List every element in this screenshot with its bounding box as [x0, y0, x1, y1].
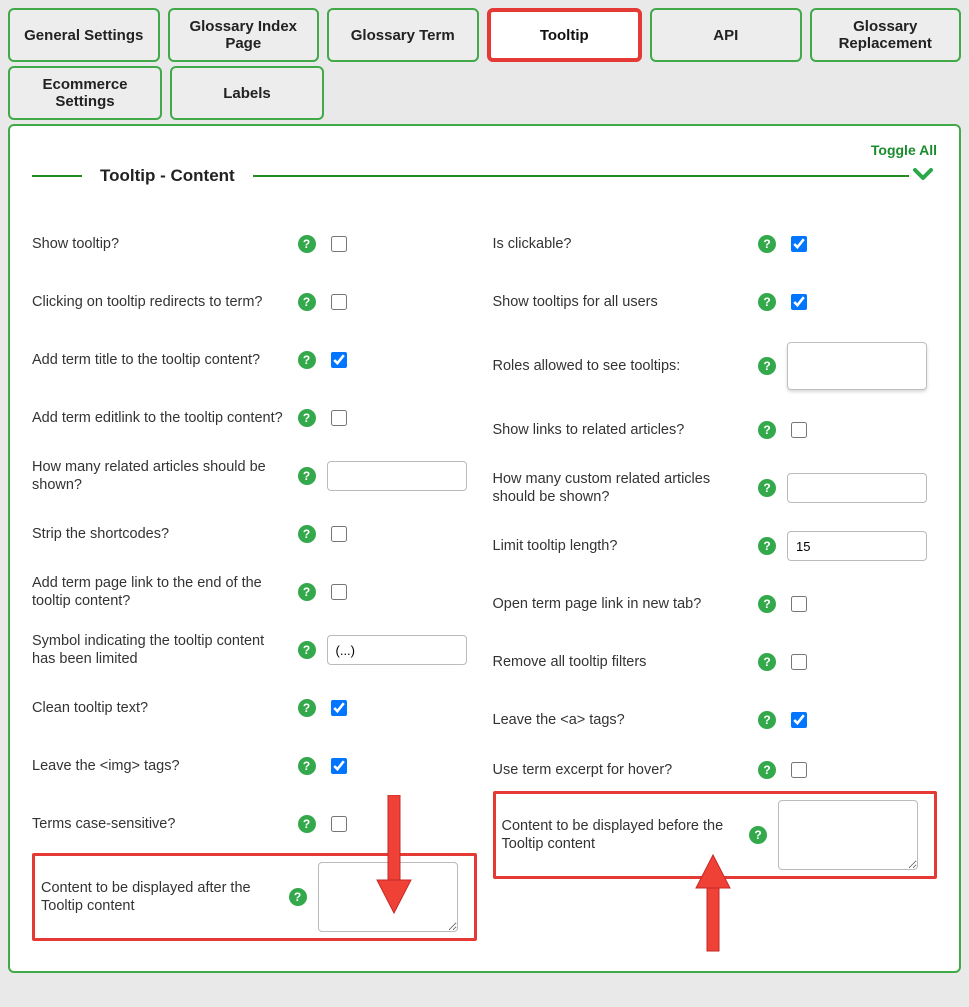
label: How many custom related articles should … — [493, 470, 748, 506]
help-icon[interactable]: ? — [758, 653, 776, 671]
settings-panel: Toggle All Tooltip - Content Show toolti… — [8, 124, 961, 973]
custom-related-input[interactable] — [787, 473, 927, 503]
roles-textarea[interactable] — [787, 342, 927, 390]
section-header: Tooltip - Content — [32, 162, 937, 189]
editlink-checkbox[interactable] — [331, 410, 347, 426]
remove-filters-checkbox[interactable] — [791, 654, 807, 670]
label: Leave the <a> tags? — [493, 711, 748, 729]
label: How many related articles should be show… — [32, 458, 287, 494]
help-icon[interactable]: ? — [758, 537, 776, 555]
label: Content to be displayed before the Toolt… — [502, 817, 739, 853]
content-before-textarea[interactable] — [778, 800, 918, 870]
label: Roles allowed to see tooltips: — [493, 357, 748, 375]
label: Show links to related articles? — [493, 421, 748, 439]
tab-general-settings[interactable]: General Settings — [8, 8, 160, 62]
help-icon[interactable]: ? — [298, 583, 316, 601]
label: Limit tooltip length? — [493, 537, 748, 555]
label: Clean tooltip text? — [32, 699, 287, 717]
label: Leave the <img> tags? — [32, 757, 287, 775]
help-icon[interactable]: ? — [298, 641, 316, 659]
toggle-all-link[interactable]: Toggle All — [32, 142, 937, 158]
label: Add term page link to the end of the too… — [32, 574, 287, 610]
leave-a-checkbox[interactable] — [791, 712, 807, 728]
tab-api[interactable]: API — [650, 8, 802, 62]
label: Show tooltip? — [32, 235, 287, 253]
tab-glossary-replacement[interactable]: Glossary Replacement — [810, 8, 962, 62]
label: Add term title to the tooltip content? — [32, 351, 287, 369]
help-icon[interactable]: ? — [298, 293, 316, 311]
label: Content to be displayed after the Toolti… — [41, 879, 278, 915]
label: Remove all tooltip filters — [493, 653, 748, 671]
help-icon[interactable]: ? — [289, 888, 307, 906]
show-tooltip-checkbox[interactable] — [331, 236, 347, 252]
tab-labels[interactable]: Labels — [170, 66, 324, 120]
tab-tooltip[interactable]: Tooltip — [487, 8, 643, 62]
help-icon[interactable]: ? — [758, 293, 776, 311]
redirect-checkbox[interactable] — [331, 294, 347, 310]
label: Clicking on tooltip redirects to term? — [32, 293, 287, 311]
related-links-checkbox[interactable] — [791, 422, 807, 438]
label: Show tooltips for all users — [493, 293, 748, 311]
settings-col-right: Is clickable?? Show tooltips for all use… — [493, 215, 938, 941]
label: Use term excerpt for hover? — [493, 761, 748, 779]
limit-symbol-input[interactable] — [327, 635, 467, 665]
help-icon[interactable]: ? — [298, 235, 316, 253]
label: Symbol indicating the tooltip content ha… — [32, 632, 287, 668]
help-icon[interactable]: ? — [758, 595, 776, 613]
label: Add term editlink to the tooltip content… — [32, 409, 287, 427]
help-icon[interactable]: ? — [298, 699, 316, 717]
label: Terms case-sensitive? — [32, 815, 287, 833]
label: Open term page link in new tab? — [493, 595, 748, 613]
tab-glossary-index-page[interactable]: Glossary Index Page — [168, 8, 320, 62]
help-icon[interactable]: ? — [758, 761, 776, 779]
help-icon[interactable]: ? — [298, 815, 316, 833]
help-icon[interactable]: ? — [758, 357, 776, 375]
clean-text-checkbox[interactable] — [331, 700, 347, 716]
settings-grid: Show tooltip?? Clicking on tooltip redir… — [32, 215, 937, 941]
help-icon[interactable]: ? — [298, 409, 316, 427]
tab-glossary-term[interactable]: Glossary Term — [327, 8, 479, 62]
help-icon[interactable]: ? — [298, 525, 316, 543]
excerpt-checkbox[interactable] — [791, 762, 807, 778]
leave-img-checkbox[interactable] — [331, 758, 347, 774]
limit-length-input[interactable] — [787, 531, 927, 561]
strip-shortcodes-checkbox[interactable] — [331, 526, 347, 542]
help-icon[interactable]: ? — [758, 421, 776, 439]
help-icon[interactable]: ? — [298, 757, 316, 775]
section-title: Tooltip - Content — [82, 166, 253, 186]
add-pagelink-checkbox[interactable] — [331, 584, 347, 600]
arrow-up-icon — [693, 853, 733, 953]
tabs-row-1: General Settings Glossary Index Page Glo… — [8, 8, 961, 62]
help-icon[interactable]: ? — [298, 351, 316, 369]
related-count-input[interactable] — [327, 461, 467, 491]
case-sensitive-checkbox[interactable] — [331, 816, 347, 832]
help-icon[interactable]: ? — [758, 711, 776, 729]
tabs-row-2: Ecommerce Settings Labels — [8, 66, 961, 120]
arrow-down-icon — [374, 795, 414, 915]
help-icon[interactable]: ? — [749, 826, 767, 844]
label: Strip the shortcodes? — [32, 525, 287, 543]
tab-ecommerce-settings[interactable]: Ecommerce Settings — [8, 66, 162, 120]
collapse-icon[interactable] — [909, 162, 937, 189]
help-icon[interactable]: ? — [298, 467, 316, 485]
label: Is clickable? — [493, 235, 748, 253]
help-icon[interactable]: ? — [758, 479, 776, 497]
new-tab-checkbox[interactable] — [791, 596, 807, 612]
divider — [32, 175, 82, 177]
divider — [253, 175, 909, 177]
all-users-checkbox[interactable] — [791, 294, 807, 310]
clickable-checkbox[interactable] — [791, 236, 807, 252]
help-icon[interactable]: ? — [758, 235, 776, 253]
add-title-checkbox[interactable] — [331, 352, 347, 368]
